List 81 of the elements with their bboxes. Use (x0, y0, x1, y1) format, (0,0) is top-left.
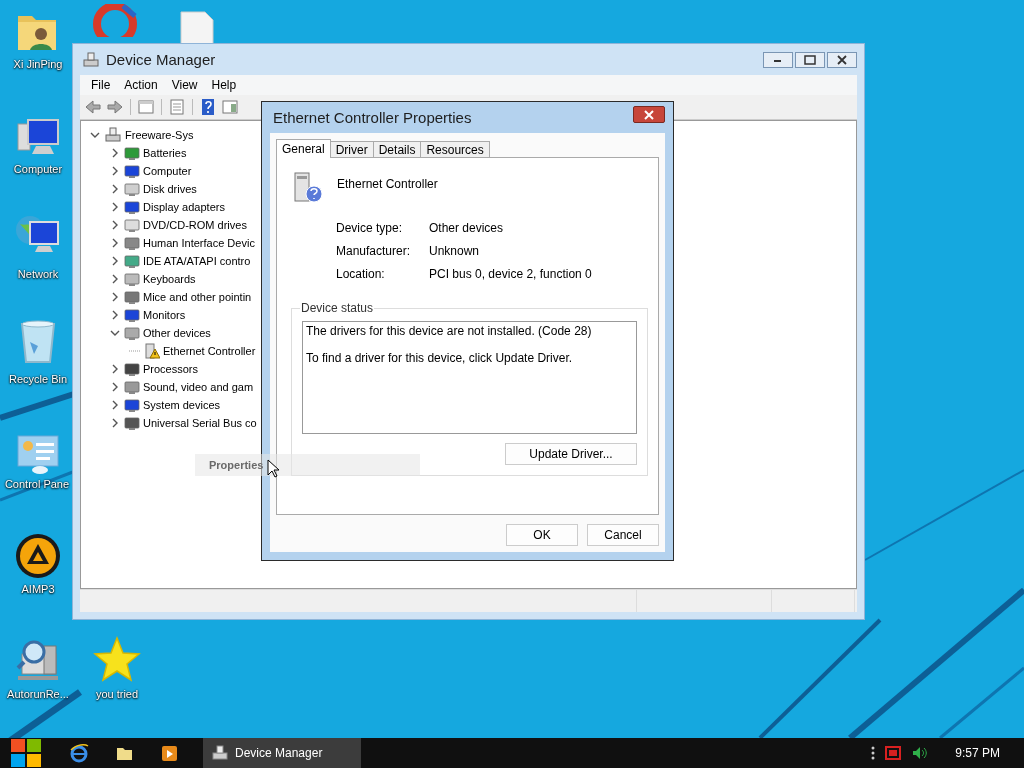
property-value: PCI bus 0, device 2, function 0 (429, 267, 593, 281)
menu-item[interactable]: Action (117, 78, 165, 92)
property-value: Other devices (429, 221, 505, 235)
triangle-logo-icon[interactable] (14, 532, 62, 580)
group-label: Device status (300, 301, 375, 315)
status-text-box[interactable]: The drivers for this device are not installed. (Code 28) To find a driver for this device, click Update Driver. (302, 321, 637, 434)
tree-item[interactable]: Ethernet Controller (163, 345, 256, 357)
minimize-button[interactable] (763, 52, 793, 68)
window-title: Device Manager (106, 51, 216, 68)
maximize-icon (803, 54, 817, 66)
device-icon (124, 271, 140, 287)
tree-item[interactable]: System devices (143, 399, 221, 411)
taskbar-button[interactable]: Device Manager (203, 738, 361, 768)
tree-item[interactable]: Universal Serial Bus co (143, 417, 257, 429)
device-icon (124, 181, 140, 197)
device-icon (124, 379, 140, 395)
close-button[interactable] (827, 52, 857, 68)
update-driver-button[interactable]: Update Driver... (505, 443, 637, 465)
more-dots-icon[interactable] (871, 745, 876, 761)
device-manager-icon (82, 51, 100, 68)
tab[interactable]: General (276, 139, 331, 158)
device-icon (124, 361, 140, 377)
tree-item[interactable]: IDE ATA/ATAPI contro (143, 255, 251, 267)
tab[interactable]: Resources (420, 141, 490, 157)
device-icon (124, 253, 140, 269)
device-icon (124, 235, 140, 251)
tree-item[interactable]: Freeware-Sys (125, 129, 194, 141)
menu-item[interactable]: View (164, 78, 205, 92)
star-icon[interactable] (93, 636, 141, 684)
device-icon (124, 397, 140, 413)
property-value: Unknown (429, 244, 481, 258)
device-question-icon (291, 171, 323, 203)
speaker-icon[interactable] (911, 745, 928, 761)
tree-item[interactable]: Other devices (143, 327, 211, 339)
property-label: Device type: (336, 221, 404, 235)
computer-icon (104, 127, 122, 143)
device-icon (124, 415, 140, 431)
clock[interactable]: 9:57 PM (955, 746, 1000, 760)
close-icon (835, 54, 849, 66)
device-name: Ethernet Controller (337, 176, 438, 191)
windows-logo-icon[interactable] (10, 738, 42, 768)
dialog-button[interactable]: Cancel (587, 524, 659, 546)
device-icon (124, 163, 140, 179)
back-arrow-icon[interactable] (84, 98, 102, 116)
status-message: To find a driver for this device, click Update Driver. (306, 351, 574, 365)
tab[interactable]: Driver (329, 141, 374, 157)
tree-item[interactable]: DVD/CD-ROM drives (143, 219, 247, 231)
tree-item[interactable]: Batteries (143, 147, 187, 159)
menu-item[interactable]: File (84, 78, 118, 92)
media-player-icon[interactable] (160, 743, 179, 763)
device-icon (124, 217, 140, 233)
tree-item[interactable]: Computer (143, 165, 192, 177)
property-label: Manufacturer: (336, 244, 412, 258)
device-icon (124, 307, 140, 323)
forward-arrow-icon[interactable] (106, 98, 124, 116)
device-icon (124, 199, 140, 215)
dialog-button[interactable]: OK (506, 524, 578, 546)
tree-item[interactable]: Monitors (143, 309, 186, 321)
tree-item[interactable]: Mice and other pointin (143, 291, 252, 303)
tree-item[interactable]: Processors (143, 363, 199, 375)
close-icon (643, 109, 655, 120)
menu-item[interactable]: Help (204, 78, 244, 92)
maximize-button[interactable] (795, 52, 825, 68)
tab[interactable]: Details (372, 141, 422, 157)
property-label: Location: (336, 267, 386, 281)
dialog-title: Ethernet Controller Properties (273, 109, 472, 126)
window-panel-icon[interactable] (221, 98, 239, 116)
help-icon[interactable] (199, 98, 217, 116)
device-icon (124, 145, 140, 161)
device-icon (124, 325, 140, 341)
device-manager-icon (211, 745, 229, 761)
device-icon (124, 289, 140, 305)
tree-item[interactable]: Sound, video and gam (143, 381, 254, 393)
status-message: The drivers for this device are not installed. (Code 28) (306, 324, 593, 338)
close-button[interactable] (633, 106, 665, 123)
tree-item[interactable]: Disk drives (143, 183, 197, 195)
tree-item[interactable]: Keyboards (143, 273, 196, 285)
screen-icon[interactable] (885, 745, 902, 761)
tree-item[interactable]: Display adapters (143, 201, 225, 213)
tree-item[interactable]: Human Interface Devic (143, 237, 255, 249)
browser-icon[interactable] (70, 743, 89, 763)
